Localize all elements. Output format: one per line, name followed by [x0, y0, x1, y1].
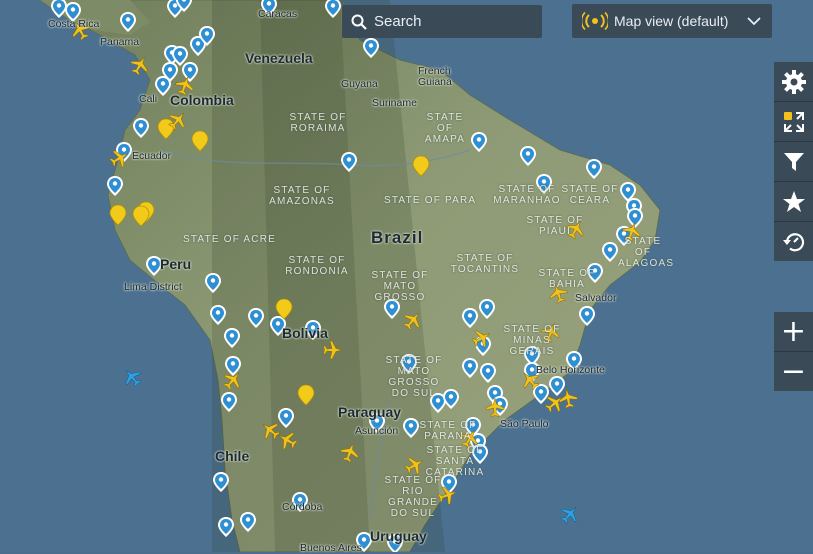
- city-costa-rica: Costa Rica: [48, 18, 100, 30]
- city-guyana: Guyana: [341, 78, 378, 90]
- plus-icon: +: [780, 314, 807, 349]
- state-alagoas: STATE OF ALAGOAS: [618, 236, 675, 269]
- map-view-select[interactable]: Map view (default): [572, 4, 772, 38]
- city-caracas: Caracas: [258, 8, 298, 20]
- zoom-controls: + −: [774, 312, 813, 391]
- city-salvador: Salvador: [575, 292, 617, 304]
- country-brazil: Brazil: [371, 228, 424, 247]
- country-chile: Chile: [215, 448, 250, 464]
- state-amapa: STATE OF AMAPA: [424, 112, 466, 145]
- filter-button[interactable]: [774, 142, 813, 182]
- state-rondonia: STATE OF RONDONIA: [285, 255, 349, 277]
- minus-icon: −: [780, 354, 807, 389]
- state-parana: STATE OF PARANA: [419, 420, 477, 442]
- country-peru: Peru: [160, 256, 192, 272]
- star-icon: [782, 190, 805, 212]
- state-tocantins: STATE OF TOCANTINS: [450, 253, 520, 275]
- city-cali: Cali: [139, 93, 158, 105]
- settings-button[interactable]: [774, 62, 813, 102]
- city-asuncion: Asunción: [355, 425, 399, 437]
- city-suriname: Suriname: [372, 97, 417, 109]
- country-colombia: Colombia: [170, 92, 234, 108]
- country-paraguay: Paraguay: [338, 404, 402, 420]
- state-mato-grosso-do-sul: STATE OF MATO GROSSO DO SUL: [385, 355, 443, 399]
- city-cordoba: Córdoba: [282, 501, 323, 513]
- country-uruguay: Uruguay: [370, 528, 427, 544]
- right-toolbar: [774, 62, 813, 261]
- city-lima-district: Lima District: [124, 281, 182, 293]
- country-venezuela: Venezuela: [245, 50, 313, 66]
- state-amazonas: STATE OF AMAZONAS: [269, 185, 335, 207]
- state-maranhao: STATE OF MARANHAO: [493, 184, 561, 206]
- favorites-button[interactable]: [774, 182, 813, 222]
- map-view-label: Map view (default): [614, 13, 729, 29]
- search-box[interactable]: Search: [342, 5, 542, 38]
- state-roraima: STATE OF RORAIMA: [289, 112, 347, 134]
- broadcast-icon: [582, 12, 608, 30]
- state-ceara: STATE OF CEARA: [561, 184, 619, 206]
- zoom-out-button[interactable]: −: [774, 352, 813, 391]
- state-rio-grande-do-sul: STATE OF RIO GRANDE DO SUL: [384, 475, 442, 519]
- city-buenos-aires: Buenos Aires: [300, 542, 362, 554]
- state-bahia: STATE OF BAHIA: [538, 268, 596, 290]
- chevron-down-icon: [747, 17, 761, 26]
- city-ecuador: Ecuador: [132, 150, 172, 162]
- expand-icon: [783, 111, 804, 132]
- country-bolivia: Bolivia: [282, 325, 328, 341]
- zoom-in-button[interactable]: +: [774, 312, 813, 352]
- state-acre: STATE OF ACRE: [183, 234, 277, 245]
- city-belo-horizonte: Belo Horizonte: [536, 364, 605, 376]
- state-para: STATE OF PARA: [384, 195, 477, 206]
- search-label: Search: [374, 13, 422, 30]
- state-minas-gerais: STATE OF MINAS GERAIS: [503, 324, 561, 357]
- filter-icon: [783, 152, 804, 171]
- city-panama: Panama: [100, 36, 140, 48]
- city-sao-paulo: São Paulo: [500, 418, 549, 430]
- search-icon: [351, 14, 367, 30]
- state-santa-catarina: STATE OF SANTA CATARINA: [425, 445, 485, 478]
- state-mato-grosso: STATE OF MATO GROSSO: [371, 270, 429, 303]
- city-french-guiana: French Guiana: [418, 65, 452, 88]
- playback-button[interactable]: [774, 222, 813, 261]
- state-piaui: STATE OF PIAUI: [526, 215, 584, 237]
- playback-icon: [782, 232, 804, 251]
- fullscreen-button[interactable]: [774, 102, 813, 142]
- gear-icon: [781, 69, 806, 94]
